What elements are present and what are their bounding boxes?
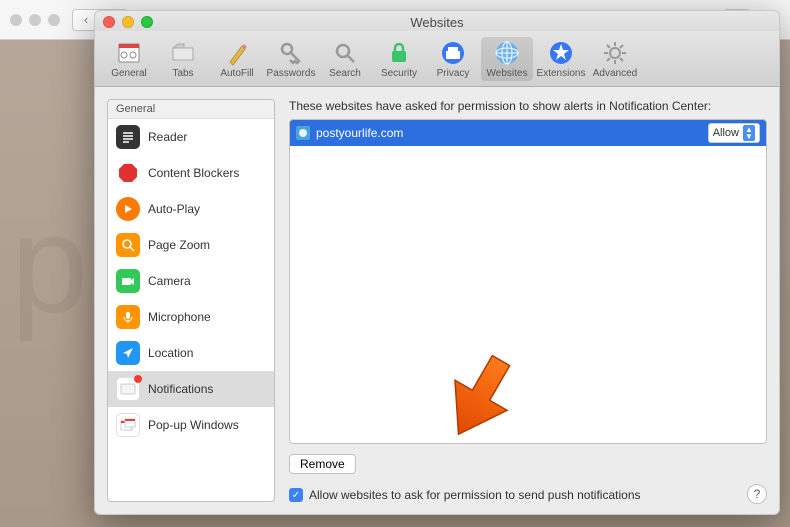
sidebar-item-label: Pop-up Windows [148,418,239,432]
popup-windows-icon [116,413,140,437]
window-title: Websites [95,15,779,30]
tab-passwords[interactable]: Passwords [265,37,317,81]
sidebar-item-label: Location [148,346,193,360]
sidebar-item-location[interactable]: Location [108,335,274,371]
sidebar-item-popup-windows[interactable]: Pop-up Windows [108,407,274,443]
advanced-icon [601,39,629,67]
tab-search[interactable]: Search [319,37,371,81]
tabs-icon [169,39,197,67]
passwords-icon [277,39,305,67]
sidebar-item-label: Reader [148,130,187,144]
websites-icon [493,39,521,67]
tab-security[interactable]: Security [373,37,425,81]
camera-icon [116,269,140,293]
sidebar-item-label: Page Zoom [148,238,210,252]
sidebar-item-label: Notifications [148,382,213,396]
page-zoom-icon [116,233,140,257]
zoom-button[interactable] [141,16,153,28]
privacy-icon [439,39,467,67]
preferences-toolbar: General Tabs AutoFill Passwords Search S… [95,31,779,87]
sidebar-item-auto-play[interactable]: Auto-Play [108,191,274,227]
tab-advanced[interactable]: Advanced [589,37,641,81]
sidebar-item-microphone[interactable]: Microphone [108,299,274,335]
main-heading: These websites have asked for permission… [289,99,767,113]
tab-general[interactable]: General [103,37,155,81]
sidebar-item-label: Content Blockers [148,166,239,180]
location-icon [116,341,140,365]
notification-badge-icon [134,375,142,383]
tab-tabs[interactable]: Tabs [157,37,209,81]
tab-websites[interactable]: Websites [481,37,533,81]
auto-play-icon [116,197,140,221]
help-button[interactable]: ? [747,484,767,504]
main-panel: These websites have asked for permission… [289,99,767,502]
sidebar-item-label: Microphone [148,310,211,324]
tab-autofill[interactable]: AutoFill [211,37,263,81]
sidebar-item-label: Camera [148,274,191,288]
permission-select[interactable]: Allow ▲▼ [708,123,760,143]
website-domain: postyourlife.com [316,126,403,140]
sidebar-item-camera[interactable]: Camera [108,263,274,299]
search-icon [331,39,359,67]
minimize-button[interactable] [122,16,134,28]
sidebar-item-label: Auto-Play [148,202,200,216]
close-button[interactable] [103,16,115,28]
allow-ask-checkbox[interactable]: ✓ [289,488,303,502]
website-row[interactable]: postyourlife.com Allow ▲▼ [290,120,766,146]
tab-extensions[interactable]: Extensions [535,37,587,81]
titlebar: Websites [95,11,779,31]
reader-icon [116,125,140,149]
bg-dot [48,14,60,26]
tab-privacy[interactable]: Privacy [427,37,479,81]
site-favicon-icon [296,126,310,140]
security-icon [385,39,413,67]
website-list[interactable]: postyourlife.com Allow ▲▼ [289,119,767,444]
sidebar-item-reader[interactable]: Reader [108,119,274,155]
sidebar-header: General [108,100,274,119]
extensions-icon [547,39,575,67]
sidebar: General Reader Content Blockers Auto-Pla… [107,99,275,502]
bg-dot [29,14,41,26]
remove-button[interactable]: Remove [289,454,356,474]
sidebar-item-notifications[interactable]: Notifications [108,371,274,407]
general-icon [115,39,143,67]
content-blockers-icon [116,161,140,185]
sidebar-item-content-blockers[interactable]: Content Blockers [108,155,274,191]
preferences-window: Websites General Tabs AutoFill Passwords… [94,10,780,515]
select-arrows-icon: ▲▼ [743,125,755,141]
autofill-icon [223,39,251,67]
checkbox-label: Allow websites to ask for permission to … [309,488,641,502]
microphone-icon [116,305,140,329]
sidebar-item-page-zoom[interactable]: Page Zoom [108,227,274,263]
bg-dot [10,14,22,26]
